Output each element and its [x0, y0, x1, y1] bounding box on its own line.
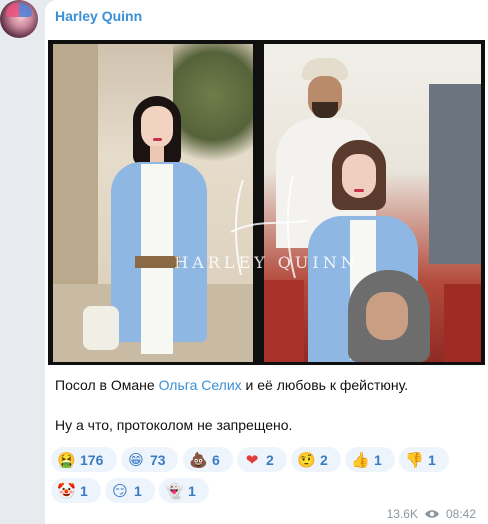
- reaction-count: 73: [150, 451, 166, 468]
- nauseated-face-icon: 🤮: [57, 450, 76, 469]
- thumbs-down-icon: 👎: [405, 450, 424, 469]
- channel-name[interactable]: Harley Quinn: [55, 8, 142, 24]
- caption-text: и её любовь к фейстюну.: [241, 377, 409, 393]
- reaction-thumbs-up[interactable]: 👍 1: [345, 447, 395, 472]
- eye-icon: [424, 510, 439, 518]
- reaction-count: 1: [374, 451, 382, 468]
- message-bubble: Harley Quinn HARLEY QUINN Посол в Омане …: [45, 0, 488, 524]
- reaction-smirking[interactable]: 😏 1: [105, 478, 155, 503]
- reaction-count: 1: [188, 482, 196, 499]
- caption-text: Посол в Омане: [55, 377, 159, 393]
- thumbs-up-icon: 👍: [351, 450, 370, 469]
- reaction-count: 2: [320, 451, 328, 468]
- smirking-face-icon: 😏: [112, 481, 128, 500]
- reaction-nauseated[interactable]: 🤮 176: [51, 447, 117, 472]
- view-count: 13.6K: [386, 507, 418, 521]
- avatar-hair-shape: [6, 3, 32, 17]
- reaction-count: 176: [80, 451, 104, 468]
- message-meta: 13.6K 08:42: [387, 507, 476, 521]
- channel-avatar[interactable]: [0, 0, 38, 38]
- caption-line-2: Ну а что, протоколом не запрещено.: [55, 417, 293, 433]
- reaction-poo[interactable]: 💩 6: [183, 447, 233, 472]
- caption-link[interactable]: Ольга Селих: [159, 377, 242, 393]
- pile-of-poo-icon: 💩: [189, 450, 208, 469]
- post-photo[interactable]: HARLEY QUINN: [48, 40, 485, 365]
- reaction-grinning[interactable]: 😁 73: [121, 447, 178, 472]
- reaction-count: 1: [134, 482, 142, 499]
- reaction-clown[interactable]: 🤡 1: [51, 478, 101, 503]
- reaction-raised-eyebrow[interactable]: 🤨 2: [291, 447, 341, 472]
- reaction-count: 1: [428, 451, 436, 468]
- reaction-count: 1: [80, 482, 88, 499]
- ghost-icon: 👻: [165, 481, 184, 500]
- reaction-thumbs-down[interactable]: 👎 1: [399, 447, 449, 472]
- reaction-heart[interactable]: ❤ 2: [237, 447, 287, 472]
- caption-line-1: Посол в Омане Ольга Селих и её любовь к …: [55, 375, 475, 395]
- reaction-count: 6: [212, 451, 220, 468]
- clown-face-icon: 🤡: [57, 481, 76, 500]
- reaction-ghost[interactable]: 👻 1: [159, 478, 209, 503]
- grinning-face-icon: 😁: [128, 450, 144, 469]
- reaction-count: 2: [266, 451, 274, 468]
- post-caption: Посол в Омане Ольга Селих и её любовь к …: [55, 375, 475, 435]
- message-time: 08:42: [445, 507, 476, 521]
- watermark-text: HARLEY QUINN: [174, 253, 359, 272]
- raised-eyebrow-face-icon: 🤨: [297, 450, 316, 469]
- red-heart-icon: ❤: [245, 450, 259, 469]
